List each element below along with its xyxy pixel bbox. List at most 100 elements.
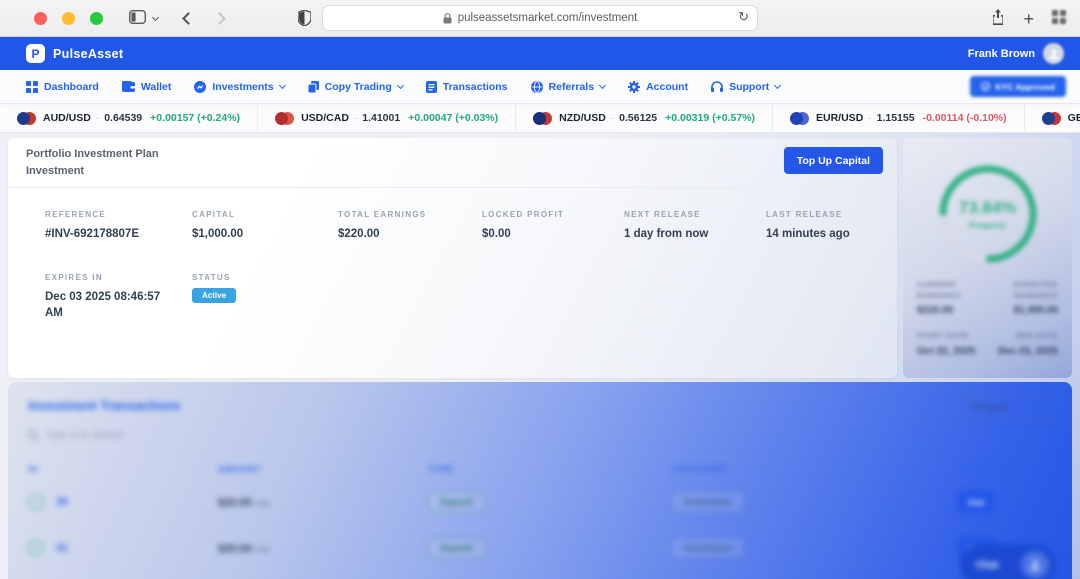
- stat-value: $0.00: [482, 226, 624, 243]
- nav-item-investments[interactable]: Investments: [194, 81, 284, 93]
- pair-value: 0.56125: [619, 112, 657, 124]
- plan-title-line1: Portfolio Investment Plan: [26, 146, 879, 163]
- stat-label: EXPECTED EARNINGS: [991, 280, 1059, 302]
- search-icon: [28, 430, 39, 441]
- separator: ·: [868, 113, 871, 124]
- table-row: ✓ 31 $20.00USD Deposit Investment View: [8, 528, 1072, 568]
- transactions-search[interactable]: [28, 430, 286, 441]
- progress-ring: 73.84% Progress: [938, 164, 1038, 264]
- page-body: Portfolio Investment Plan Investment Top…: [0, 133, 1080, 579]
- app-nav: Dashboard Wallet Investments Copy Tradin…: [0, 70, 1080, 104]
- reload-button[interactable]: ↻: [738, 9, 749, 25]
- pair-change: +0.00157 (+0.24%): [150, 112, 240, 124]
- user-name: Frank Brown: [968, 48, 1035, 60]
- stat-value: $1,000.00: [192, 226, 338, 243]
- brand-logo-icon[interactable]: P: [26, 44, 45, 63]
- category-pill: Investment: [672, 538, 744, 558]
- nav-item-account[interactable]: Account: [628, 81, 688, 93]
- status-badge: Active: [192, 288, 236, 303]
- stat-label: CURRENT EARNINGS: [917, 280, 985, 302]
- globe-icon: [531, 81, 543, 93]
- transactions-icon: [426, 81, 437, 93]
- nav-label: Copy Trading: [325, 81, 392, 93]
- stat-value: #INV-692178807E: [45, 226, 192, 243]
- pair-label: AUD/USD: [43, 112, 91, 124]
- row-id: 30: [56, 496, 68, 508]
- currency-flags-icon: [275, 112, 294, 125]
- stat-value: Oct 22, 2025: [917, 346, 985, 357]
- url-text: pulseassetsmarket.com/investment: [458, 12, 638, 24]
- type-pill: Deposit: [428, 538, 485, 558]
- check-circle-icon: ✓: [28, 540, 44, 556]
- progress-percent: 73.84%: [959, 198, 1017, 218]
- nav-item-support[interactable]: Support: [711, 81, 780, 93]
- copy-icon: [308, 81, 319, 93]
- window-controls: [34, 12, 103, 25]
- kyc-approved-button[interactable]: KYC Approved: [970, 76, 1066, 97]
- chat-widget[interactable]: Chat: [960, 544, 1056, 579]
- column-id: ID: [28, 464, 218, 474]
- row-id: 31: [56, 542, 68, 554]
- row-action-button[interactable]: View: [958, 491, 994, 513]
- ticker-item-usdcad[interactable]: USD/CAD · 1.41001 +0.00047 (+0.03%): [258, 104, 516, 132]
- wallet-icon: [122, 81, 135, 92]
- nav-label: Wallet: [141, 81, 172, 93]
- new-tab-button[interactable]: +: [1023, 10, 1034, 28]
- row-amount: $20.00: [218, 543, 252, 555]
- chevron-down-icon: [397, 82, 404, 89]
- nav-item-referrals[interactable]: Referrals: [531, 81, 606, 93]
- share-button[interactable]: [991, 9, 1005, 28]
- stat-value: $220.00: [917, 305, 985, 316]
- chevron-down-icon: [279, 82, 286, 89]
- gear-icon: [628, 81, 640, 93]
- stat-value: Dec 03, 2025: [991, 346, 1059, 357]
- brand-name[interactable]: PulseAsset: [53, 47, 123, 61]
- top-up-capital-button[interactable]: Top Up Capital: [784, 147, 883, 174]
- expires-value: Dec 03 2025 08:46:57 AM: [45, 289, 175, 322]
- nav-item-dashboard[interactable]: Dashboard: [26, 81, 99, 93]
- investment-transactions-card: Investment Transactions All Types ID AMO…: [8, 382, 1072, 579]
- ticker-item-gbpusd[interactable]: GBP/USD · 1.3093 +0.0024 (+0.18%): [1025, 104, 1080, 132]
- sidebar-menu-chevron-icon[interactable]: [152, 13, 159, 20]
- privacy-shield-icon[interactable]: [298, 10, 311, 29]
- separator: ·: [354, 113, 357, 124]
- window-zoom-button[interactable]: [90, 12, 103, 25]
- avatar[interactable]: [1043, 43, 1064, 64]
- ticker-item-audusd[interactable]: AUD/USD · 0.64539 +0.00157 (+0.24%): [0, 104, 258, 132]
- ticker-item-eurusd[interactable]: EUR/USD · 1.15155 -0.00114 (-0.10%): [773, 104, 1025, 132]
- tab-overview-button[interactable]: [1052, 10, 1066, 27]
- category-pill: Investment: [672, 492, 744, 512]
- status-label: STATUS: [192, 273, 338, 282]
- nav-item-transactions[interactable]: Transactions: [426, 81, 508, 93]
- type-pill: Deposit: [428, 492, 485, 512]
- currency-flags-icon: [17, 112, 36, 125]
- search-input[interactable]: [46, 430, 286, 441]
- nav-label: Dashboard: [44, 81, 99, 93]
- row-currency: USD: [255, 501, 270, 508]
- investment-plan-card: Portfolio Investment Plan Investment Top…: [8, 138, 897, 378]
- kyc-label: KYC Approved: [995, 82, 1055, 92]
- nav-label: Investments: [212, 81, 273, 93]
- chevron-down-icon: [599, 82, 606, 89]
- sidebar-toggle-icon[interactable]: [129, 10, 146, 27]
- stat-label: NEXT RELEASE: [624, 210, 766, 219]
- browser-forward-button[interactable]: [213, 12, 226, 25]
- progress-card: 73.84% Progress CURRENT EARNINGS$220.00 …: [903, 138, 1072, 378]
- stat-label: CAPITAL: [192, 210, 338, 219]
- browser-back-button[interactable]: [182, 12, 195, 25]
- window-close-button[interactable]: [34, 12, 47, 25]
- chat-label: Chat: [976, 560, 998, 571]
- nav-item-copy-trading[interactable]: Copy Trading: [308, 81, 403, 93]
- column-amount: AMOUNT: [218, 464, 428, 474]
- column-category: CATEGORY: [672, 464, 958, 474]
- stat-label: LOCKED PROFIT: [482, 210, 624, 219]
- lock-icon: [443, 13, 452, 24]
- address-bar[interactable]: pulseassetsmarket.com/investment ↻: [322, 5, 758, 31]
- type-filter-dropdown[interactable]: All Types: [960, 395, 1052, 420]
- plan-stats-row2: EXPIRES INDec 03 2025 08:46:57 AM STATUS…: [8, 243, 897, 322]
- pair-label: USD/CAD: [301, 112, 349, 124]
- window-minimize-button[interactable]: [62, 12, 75, 25]
- currency-flags-icon: [533, 112, 552, 125]
- nav-item-wallet[interactable]: Wallet: [122, 81, 172, 93]
- ticker-item-nzdusd[interactable]: NZD/USD · 0.56125 +0.00319 (+0.57%): [516, 104, 773, 132]
